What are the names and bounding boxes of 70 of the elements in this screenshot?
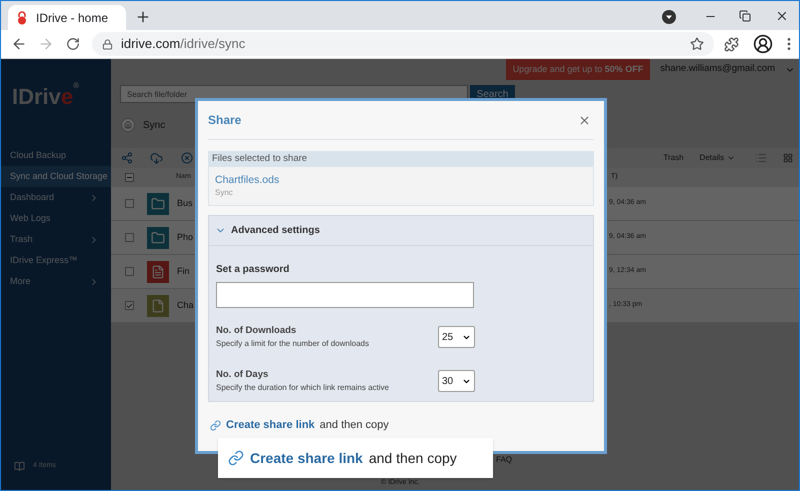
details-dropdown[interactable]: Details — [700, 152, 724, 164]
caret-icon[interactable] — [727, 154, 735, 162]
dropdown-icon[interactable] — [662, 10, 676, 24]
browser-tab[interactable]: IDrive - home — [8, 5, 126, 30]
file-name: Fin — [177, 264, 190, 278]
url-text: idrive.com/idrive/sync — [121, 35, 246, 54]
close-icon[interactable] — [775, 9, 789, 23]
sidebar-item[interactable]: Cloud Backup — [1, 145, 111, 166]
option-hint: Specify a limit for the number of downloads — [216, 338, 370, 350]
file-location: Sync — [215, 188, 234, 198]
sidebar-item[interactable]: IDrive Express™ — [1, 250, 111, 271]
number-select[interactable]: 25 — [438, 326, 475, 348]
row-checkbox[interactable] — [125, 267, 134, 276]
faq-link[interactable]: FAQ — [496, 454, 799, 466]
action-text: and then copy — [320, 418, 389, 433]
file-name: Pho — [177, 230, 194, 244]
grid-view-icon[interactable] — [783, 153, 793, 163]
action-text: and then copy — [368, 448, 457, 468]
profile-icon[interactable] — [753, 34, 773, 54]
share-icon[interactable] — [121, 152, 133, 164]
file-name: Cha — [177, 298, 194, 312]
row-checkbox[interactable] — [125, 199, 134, 208]
upgrade-button[interactable]: Upgrade and get up to 50% OFF — [506, 59, 650, 80]
option-title: No. of Downloads — [216, 324, 298, 338]
trash-link[interactable]: Trash — [663, 152, 684, 164]
download-icon[interactable] — [150, 152, 163, 164]
lock-icon — [102, 38, 113, 50]
restore-icon[interactable] — [739, 10, 751, 22]
address-field[interactable]: idrive.com/idrive/sync — [92, 32, 714, 56]
row-checkbox[interactable] — [125, 233, 134, 242]
sidebar-item[interactable]: Sync and Cloud Storage — [1, 166, 111, 187]
new-tab-icon[interactable] — [135, 9, 151, 25]
option-hint: Specify the duration for which link remains active — [216, 382, 390, 394]
sidebar-item[interactable]: Trash — [1, 229, 111, 250]
logo: IDrive® — [12, 80, 80, 111]
sidebar-item[interactable]: More — [1, 271, 111, 292]
file-icon — [147, 294, 169, 316]
link-icon — [228, 450, 244, 466]
delete-icon[interactable] — [181, 152, 193, 164]
password-field[interactable] — [216, 282, 474, 308]
file-link[interactable]: Chartfiles.ods — [215, 174, 587, 188]
advanced-toggle[interactable]: Advanced settings — [209, 216, 593, 246]
lock-logo-icon — [16, 10, 28, 24]
back-icon[interactable] — [11, 36, 27, 52]
files-heading: Files selected to share — [212, 152, 308, 166]
file-name: Bus — [177, 196, 193, 210]
folder-icon — [147, 226, 169, 248]
sidebar-item[interactable]: Web Logs — [1, 208, 111, 229]
document-icon — [147, 260, 169, 282]
star-icon[interactable] — [690, 37, 704, 51]
tab-title: IDrive - home — [36, 10, 108, 26]
close-icon[interactable] — [578, 114, 591, 126]
option-title: No. of Days — [216, 368, 270, 382]
dialog-title: Share — [208, 112, 242, 129]
breadcrumb[interactable]: Sync — [143, 118, 166, 132]
extensions-icon[interactable] — [724, 36, 739, 52]
forward-icon[interactable] — [38, 36, 54, 52]
account-email[interactable]: shane.williams@gmail.com — [660, 62, 775, 77]
folder-icon — [147, 192, 169, 214]
number-select[interactable]: 30 — [438, 370, 475, 392]
password-label: Set a password — [216, 263, 290, 277]
select-all-checkbox[interactable] — [125, 173, 134, 182]
home-icon[interactable] — [121, 118, 135, 132]
row-checkbox[interactable] — [125, 301, 134, 310]
create-link[interactable]: Create share link — [250, 448, 363, 468]
sidebar-item[interactable]: Dashboard — [1, 187, 111, 208]
link-icon — [210, 420, 221, 431]
create-link[interactable]: Create share link — [226, 417, 315, 434]
reload-icon[interactable] — [66, 37, 80, 51]
items-icon — [14, 461, 25, 472]
